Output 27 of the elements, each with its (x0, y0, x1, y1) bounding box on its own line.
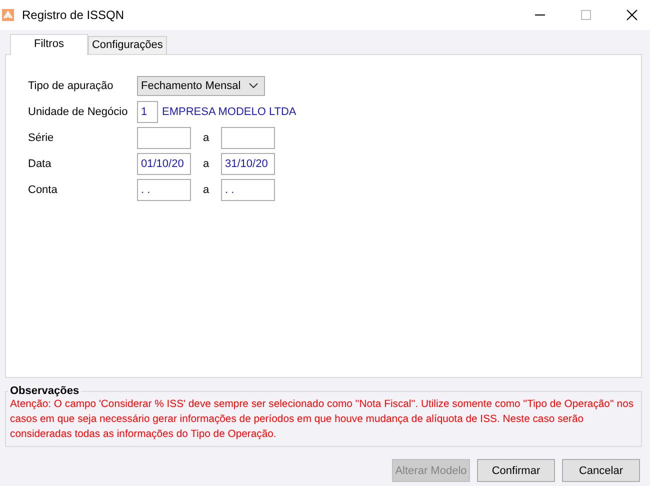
input-field[interactable]: 1 (137, 101, 158, 123)
field-label: Série (28, 132, 55, 144)
caret-icon (249, 83, 258, 89)
observations-title: Observações (9, 385, 80, 397)
input-field[interactable]: . . (137, 179, 191, 201)
tab[interactable]: Filtros (10, 34, 88, 55)
maximize-icon[interactable] (580, 9, 592, 21)
range-separator: a (202, 132, 210, 144)
input-field[interactable]: 01/10/20 (137, 153, 191, 175)
dialog-button[interactable]: Confirmar (477, 459, 555, 482)
tab[interactable]: Configurações (88, 36, 167, 54)
field-label: Conta (28, 184, 58, 196)
description-text: EMPRESA MODELO LTDA (162, 106, 296, 118)
input-field[interactable] (221, 127, 275, 149)
observations-text: Atenção: O campo 'Considerar % ISS' deve sempre ser selecionado como ''Nota Fiscal''. Utilize somente como ''Tipo de Operação'' nos casos em que seja necessário gerar informações de períodos em que houve mudança de alíquota de ISS. Neste caso serão consideradas todas as informações do Tipo de Operação. (10, 398, 635, 442)
input-field[interactable]: . . (221, 179, 275, 201)
range-separator: a (202, 184, 210, 196)
close-icon[interactable] (626, 9, 638, 21)
dialog-button[interactable]: Cancelar (562, 459, 640, 482)
field-label: Unidade de Negócio (28, 106, 129, 118)
window-title: Registro de ISSQN (22, 8, 126, 22)
field-label: Tipo de apuração (28, 80, 114, 92)
dropdown[interactable]: Fechamento Mensal (137, 76, 265, 96)
input-field[interactable] (137, 127, 191, 149)
range-separator: a (202, 158, 210, 170)
input-field[interactable]: 31/10/20 (221, 153, 275, 175)
field-label: Data (28, 158, 52, 170)
